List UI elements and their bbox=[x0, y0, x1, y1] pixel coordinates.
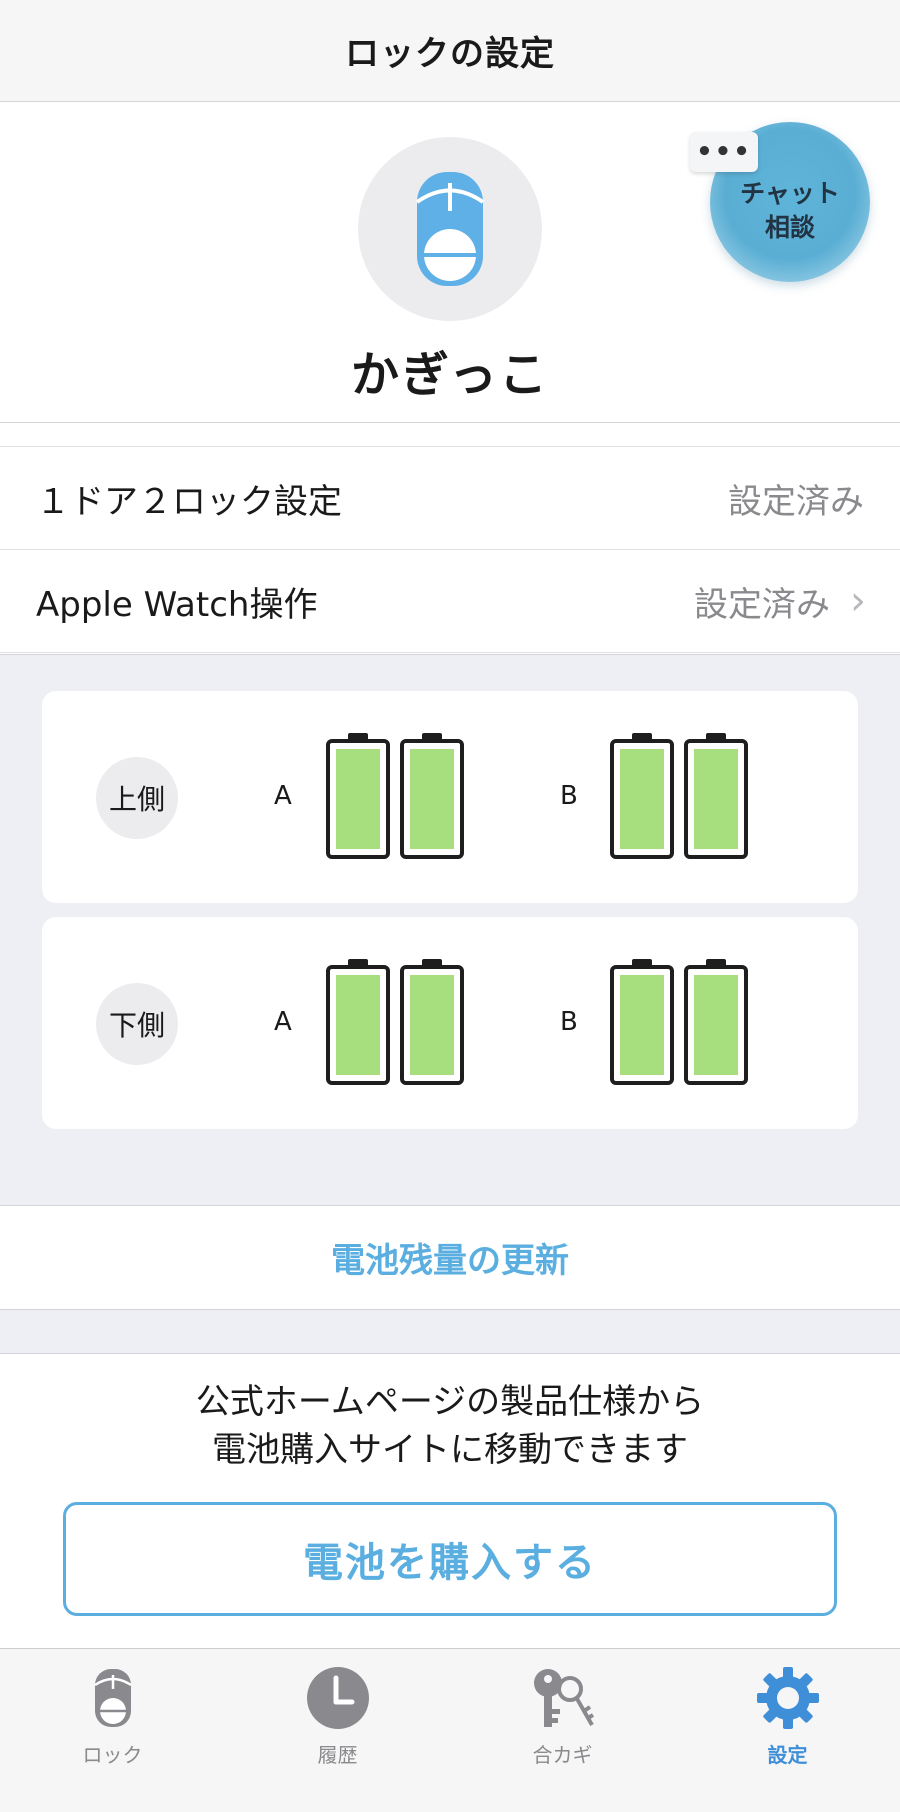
battery-icon bbox=[400, 733, 464, 859]
battery-status-section: 上側 A B 下側 A B bbox=[0, 654, 900, 1206]
tab-spare-key[interactable]: 合カギ bbox=[450, 1649, 675, 1799]
side-label: 上側 bbox=[96, 757, 178, 839]
battery-icon bbox=[326, 959, 390, 1085]
tab-lock[interactable]: ロック bbox=[0, 1649, 225, 1799]
gear-icon bbox=[753, 1663, 823, 1733]
battery-icon bbox=[400, 959, 464, 1085]
refresh-battery-button[interactable]: 電池残量の更新 bbox=[0, 1206, 900, 1310]
tab-label: 履歴 bbox=[317, 1743, 358, 1767]
battery-group bbox=[326, 733, 464, 859]
settings-list: １ドア２ロック設定 設定済み Apple Watch操作 設定済み › bbox=[0, 446, 900, 653]
battery-group-label: B bbox=[560, 781, 578, 811]
chat-dots-icon: ••• bbox=[690, 132, 758, 172]
battery-icon bbox=[610, 733, 674, 859]
tab-label: ロック bbox=[82, 1743, 143, 1767]
battery-card-upper: 上側 A B bbox=[42, 691, 858, 903]
battery-icon bbox=[684, 959, 748, 1085]
chevron-right-icon: › bbox=[850, 578, 866, 624]
battery-icon bbox=[610, 959, 674, 1085]
keys-icon bbox=[528, 1663, 598, 1733]
tab-label: 設定 bbox=[767, 1743, 808, 1767]
tab-label: 合カギ bbox=[532, 1743, 593, 1767]
battery-group-label: B bbox=[560, 1007, 578, 1037]
lock-device-icon bbox=[415, 172, 485, 286]
tab-history[interactable]: 履歴 bbox=[225, 1649, 450, 1799]
purchase-section: 公式ホームページの製品仕様から 電池購入サイトに移動できます 電池を購入する bbox=[0, 1354, 900, 1648]
battery-card-lower: 下側 A B bbox=[42, 917, 858, 1129]
purchase-description: 公式ホームページの製品仕様から 電池購入サイトに移動できます bbox=[195, 1382, 705, 1470]
navigation-bar: ロックの設定 bbox=[0, 0, 900, 102]
battery-group bbox=[610, 733, 748, 859]
page-title: ロックの設定 bbox=[345, 34, 555, 74]
row-value: 設定済み bbox=[728, 481, 864, 522]
side-label: 下側 bbox=[96, 983, 178, 1065]
row-value: 設定済み bbox=[694, 584, 830, 625]
battery-group bbox=[326, 959, 464, 1085]
settings-row-one-door-two-lock[interactable]: １ドア２ロック設定 設定済み bbox=[0, 447, 900, 550]
battery-icon bbox=[326, 733, 390, 859]
device-name: かぎっこ bbox=[350, 347, 550, 403]
lock-tab-icon bbox=[78, 1663, 148, 1733]
row-label: Apple Watch操作 bbox=[36, 584, 318, 625]
row-label: １ドア２ロック設定 bbox=[36, 481, 342, 522]
chat-consult-label: チャット 相談 bbox=[740, 179, 840, 242]
battery-icon bbox=[684, 733, 748, 859]
battery-group bbox=[610, 959, 748, 1085]
section-spacer bbox=[0, 1310, 900, 1354]
device-avatar bbox=[358, 137, 542, 321]
tab-bar: ロック 履歴 合カギ 設定 bbox=[0, 1648, 900, 1812]
refresh-battery-label: 電池残量の更新 bbox=[331, 1241, 569, 1281]
battery-group-label: A bbox=[274, 1007, 292, 1037]
tab-settings[interactable]: 設定 bbox=[675, 1649, 900, 1799]
battery-group-label: A bbox=[274, 781, 292, 811]
clock-icon bbox=[303, 1663, 373, 1733]
buy-battery-label: 電池を購入する bbox=[303, 1540, 597, 1586]
buy-battery-button[interactable]: 電池を購入する bbox=[63, 1502, 837, 1616]
settings-row-apple-watch[interactable]: Apple Watch操作 設定済み › bbox=[0, 550, 900, 653]
